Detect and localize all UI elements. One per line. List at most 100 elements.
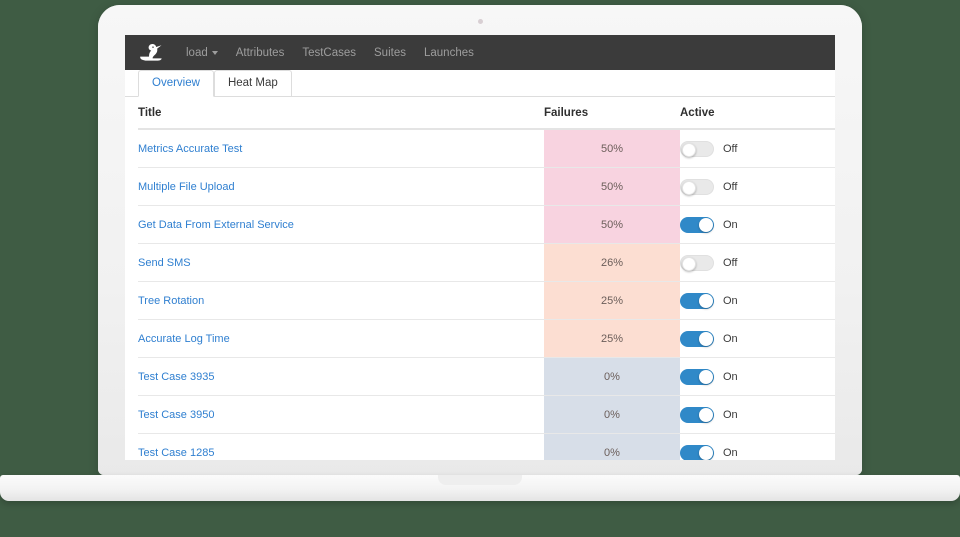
tab-bar: Overview Heat Map xyxy=(125,70,835,97)
active-toggle[interactable] xyxy=(680,293,714,309)
cell-title: Metrics Accurate Test xyxy=(138,129,544,168)
toggle-state-label: On xyxy=(723,219,738,231)
active-toggle[interactable] xyxy=(680,445,714,461)
toggle-knob xyxy=(699,218,713,232)
cell-failures: 0% xyxy=(544,358,680,396)
nav-item-load[interactable]: load xyxy=(177,47,227,59)
cell-failures: 50% xyxy=(544,168,680,206)
webcam-icon xyxy=(478,19,483,24)
nav-item-suites-label: Suites xyxy=(374,47,406,59)
table-row: Test Case 3935 0% On xyxy=(138,358,835,396)
nav-item-testcases[interactable]: TestCases xyxy=(293,47,365,59)
test-case-link[interactable]: Metrics Accurate Test xyxy=(138,143,242,155)
table-row: Metrics Accurate Test 50% Off xyxy=(138,129,835,168)
toggle-state-label: On xyxy=(723,371,738,383)
toggle-knob xyxy=(699,408,713,422)
toggle-knob xyxy=(699,294,713,308)
test-case-link[interactable]: Multiple File Upload xyxy=(138,181,235,193)
cell-active: Off xyxy=(680,244,835,282)
toggle-knob xyxy=(699,370,713,384)
cell-active: On xyxy=(680,434,835,461)
failure-percentage: 50% xyxy=(601,143,623,155)
toggle-knob xyxy=(699,446,713,460)
column-header-active[interactable]: Active xyxy=(680,97,835,129)
nav-item-attributes[interactable]: Attributes xyxy=(227,47,294,59)
laptop-base xyxy=(0,475,960,501)
nav-item-suites[interactable]: Suites xyxy=(365,47,415,59)
cell-title: Send SMS xyxy=(138,244,544,282)
tab-overview-label: Overview xyxy=(152,77,200,89)
active-toggle[interactable] xyxy=(680,255,714,271)
cell-title: Get Data From External Service xyxy=(138,206,544,244)
cell-title: Test Case 3950 xyxy=(138,396,544,434)
cell-active: On xyxy=(680,282,835,320)
toggle-state-label: On xyxy=(723,333,738,345)
cell-title: Tree Rotation xyxy=(138,282,544,320)
failure-percentage: 25% xyxy=(601,333,623,345)
tab-heat-map-label: Heat Map xyxy=(228,77,278,89)
test-case-link[interactable]: Accurate Log Time xyxy=(138,333,230,345)
nav-item-testcases-label: TestCases xyxy=(302,47,356,59)
duck-logo-icon[interactable] xyxy=(135,41,169,65)
table-row: Multiple File Upload 50% Off xyxy=(138,168,835,206)
laptop-lid: load Attributes TestCases Suites Launche… xyxy=(98,5,862,475)
nav-item-load-label: load xyxy=(186,47,208,59)
cell-active: On xyxy=(680,206,835,244)
failure-percentage: 25% xyxy=(601,295,623,307)
cell-failures: 0% xyxy=(544,396,680,434)
cell-failures: 0% xyxy=(544,434,680,461)
column-header-failures[interactable]: Failures xyxy=(544,97,680,129)
test-case-link[interactable]: Test Case 1285 xyxy=(138,447,214,459)
cell-failures: 25% xyxy=(544,320,680,358)
column-header-title[interactable]: Title xyxy=(138,97,544,129)
toggle-state-label: Off xyxy=(723,143,737,155)
table-row: Get Data From External Service 50% On xyxy=(138,206,835,244)
table-row: Test Case 1285 0% On xyxy=(138,434,835,461)
laptop-mockup: load Attributes TestCases Suites Launche… xyxy=(0,0,960,537)
active-toggle[interactable] xyxy=(680,141,714,157)
nav-item-launches[interactable]: Launches xyxy=(415,47,483,59)
navbar: load Attributes TestCases Suites Launche… xyxy=(125,35,835,70)
toggle-state-label: Off xyxy=(723,181,737,193)
cell-active: On xyxy=(680,358,835,396)
cell-failures: 50% xyxy=(544,129,680,168)
nav-item-attributes-label: Attributes xyxy=(236,47,285,59)
cell-active: On xyxy=(680,396,835,434)
active-toggle[interactable] xyxy=(680,369,714,385)
screen: load Attributes TestCases Suites Launche… xyxy=(125,35,835,460)
active-toggle[interactable] xyxy=(680,331,714,347)
toggle-knob xyxy=(682,143,696,157)
cell-title: Test Case 1285 xyxy=(138,434,544,461)
cell-failures: 25% xyxy=(544,282,680,320)
failure-percentage: 0% xyxy=(604,409,620,421)
toggle-state-label: On xyxy=(723,295,738,307)
test-cases-table-container: Title Failures Active Metrics Accurate T… xyxy=(125,97,835,460)
table-body: Metrics Accurate Test50%OffMultiple File… xyxy=(138,129,835,460)
failure-percentage: 50% xyxy=(601,219,623,231)
table-row: Tree Rotation 25% On xyxy=(138,282,835,320)
failure-percentage: 26% xyxy=(601,257,623,269)
test-case-link[interactable]: Send SMS xyxy=(138,257,191,269)
tab-overview[interactable]: Overview xyxy=(138,70,214,97)
test-case-link[interactable]: Tree Rotation xyxy=(138,295,204,307)
cell-active: On xyxy=(680,320,835,358)
test-case-link[interactable]: Test Case 3935 xyxy=(138,371,214,383)
active-toggle[interactable] xyxy=(680,217,714,233)
active-toggle[interactable] xyxy=(680,407,714,423)
toggle-state-label: On xyxy=(723,409,738,421)
active-toggle[interactable] xyxy=(680,179,714,195)
cell-title: Test Case 3935 xyxy=(138,358,544,396)
nav-item-launches-label: Launches xyxy=(424,47,474,59)
cell-title: Accurate Log Time xyxy=(138,320,544,358)
test-case-link[interactable]: Get Data From External Service xyxy=(138,219,294,231)
laptop-base-notch xyxy=(438,475,522,485)
cell-failures: 50% xyxy=(544,206,680,244)
toggle-knob xyxy=(699,332,713,346)
table-header-row: Title Failures Active xyxy=(138,97,835,129)
failure-percentage: 0% xyxy=(604,447,620,459)
failure-percentage: 0% xyxy=(604,371,620,383)
tab-heat-map[interactable]: Heat Map xyxy=(214,70,292,97)
cell-active: Off xyxy=(680,168,835,206)
test-case-link[interactable]: Test Case 3950 xyxy=(138,409,214,421)
cell-failures: 26% xyxy=(544,244,680,282)
